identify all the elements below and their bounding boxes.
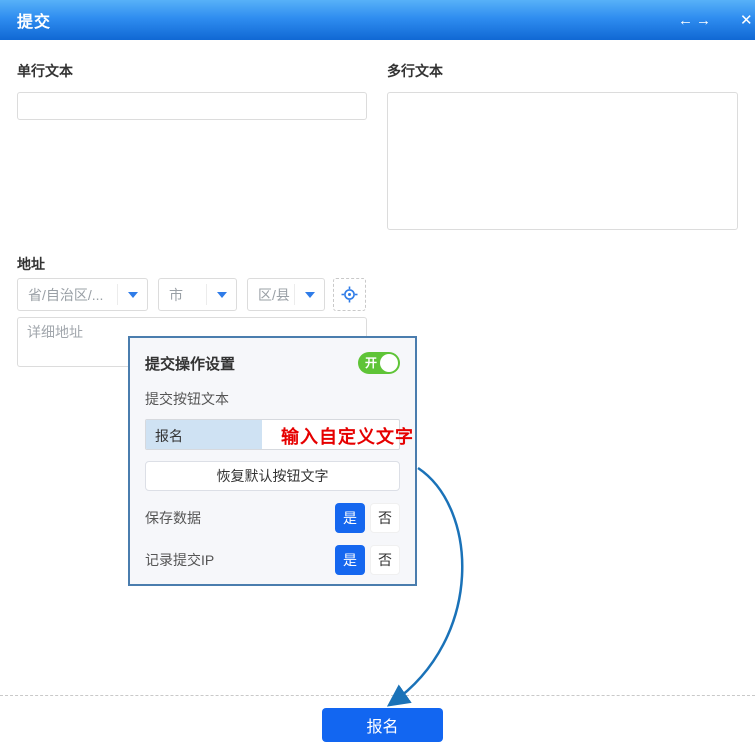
submit-settings-dialog: 提交 ← → ✕ 单行文本 多行文本 地址 省/自治区/... 市 区/县	[0, 0, 755, 752]
toggle-on-label: 开	[365, 356, 377, 370]
save-data-row: 保存数据 是 否	[145, 503, 400, 533]
arrow-left-icon[interactable]: ←	[678, 13, 693, 28]
single-line-label: 单行文本	[17, 61, 73, 81]
province-dropdown[interactable]: 省/自治区/...	[17, 278, 148, 311]
chevron-down-icon[interactable]	[207, 292, 236, 298]
restore-default-button[interactable]: 恢复默认按钮文字	[145, 461, 400, 491]
toggle-knob-icon	[380, 354, 398, 372]
address-label: 地址	[17, 254, 45, 274]
province-placeholder: 省/自治区/...	[18, 285, 117, 305]
district-placeholder: 区/县	[248, 285, 294, 305]
record-ip-no-button[interactable]: 否	[370, 545, 400, 575]
multi-line-textarea[interactable]	[387, 92, 738, 230]
chevron-down-icon[interactable]	[118, 292, 147, 298]
record-ip-yes-button[interactable]: 是	[335, 545, 365, 575]
dialog-header: 提交 ← → ✕	[0, 0, 755, 40]
popup-title: 提交操作设置	[145, 353, 235, 374]
annotation-text: 输入自定义文字	[281, 423, 414, 449]
chevron-down-icon[interactable]	[295, 292, 324, 298]
submit-button[interactable]: 报名	[322, 708, 443, 742]
record-ip-row: 记录提交IP 是 否	[145, 545, 400, 575]
button-text-label: 提交按钮文本	[145, 389, 400, 409]
record-ip-label: 记录提交IP	[145, 550, 214, 570]
header-nav: ← →	[678, 0, 711, 40]
district-dropdown[interactable]: 区/县	[247, 278, 325, 311]
save-data-no-button[interactable]: 否	[370, 503, 400, 533]
submit-settings-popup: 提交操作设置 开 提交按钮文本 报名 输入自定义文字 恢复默认按钮文字 保存数据…	[128, 336, 417, 586]
locate-button[interactable]	[333, 278, 366, 311]
single-line-input[interactable]	[17, 92, 367, 120]
arrow-right-icon[interactable]: →	[696, 13, 711, 28]
save-data-yes-button[interactable]: 是	[335, 503, 365, 533]
enable-toggle[interactable]: 开	[358, 352, 400, 374]
form-divider	[0, 695, 755, 696]
locate-icon	[341, 286, 358, 303]
button-text-value: 报名	[155, 426, 183, 446]
button-text-row: 报名 输入自定义文字	[145, 419, 400, 450]
dialog-title: 提交	[17, 8, 51, 32]
close-icon[interactable]: ✕	[740, 0, 755, 40]
city-dropdown[interactable]: 市	[158, 278, 237, 311]
city-placeholder: 市	[159, 285, 206, 305]
save-data-label: 保存数据	[145, 508, 201, 528]
multi-line-label: 多行文本	[387, 61, 443, 81]
